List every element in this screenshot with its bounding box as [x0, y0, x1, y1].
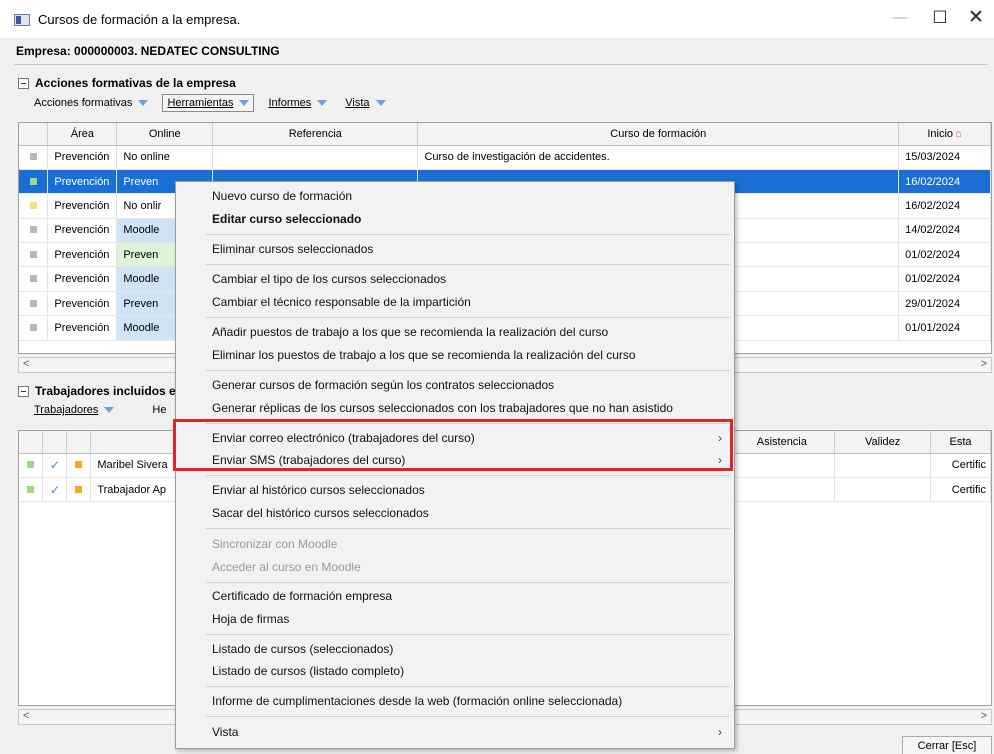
herramientas-workers-menu[interactable]: He — [148, 402, 170, 418]
status-square-icon — [29, 275, 37, 283]
status-square-icon — [27, 461, 35, 469]
menu-item-certificado[interactable]: Certificado de formación empresa — [212, 586, 722, 606]
workers-section-header: Trabajadores incluidos e — [18, 384, 176, 398]
status-square-icon — [75, 461, 83, 469]
status-square-icon — [29, 250, 37, 258]
table-row[interactable]: Prevención No online Curso de investigac… — [19, 145, 991, 170]
courses-section-title: Acciones formativas de la empresa — [35, 76, 236, 90]
status-square-icon — [29, 323, 37, 331]
app-icon — [14, 14, 30, 26]
courses-section-header: Acciones formativas de la empresa — [18, 76, 236, 90]
collapse-toggle-icon[interactable] — [18, 77, 29, 89]
minimize-button[interactable]: — — [880, 6, 920, 30]
herramientas-menu[interactable]: Herramientas — [162, 94, 255, 112]
column-header-referencia[interactable]: Referencia — [212, 123, 419, 146]
scroll-right-icon[interactable]: > — [981, 358, 987, 370]
column-header-online[interactable]: Online — [116, 123, 214, 146]
menu-item-cambiar-tipo[interactable]: Cambiar el tipo de los cursos selecciona… — [212, 269, 722, 289]
menu-item-cambiar-tecnico[interactable]: Cambiar el técnico responsable de la imp… — [212, 292, 722, 312]
column-header-asistencia[interactable]: Asistencia — [728, 431, 836, 454]
close-window-button[interactable]: ✕ — [956, 6, 994, 30]
menu-separator — [206, 716, 730, 717]
checkmark-icon: ✓ — [49, 458, 60, 473]
chevron-down-icon — [138, 100, 149, 106]
menu-separator — [206, 686, 730, 687]
row-indicator-header — [19, 123, 49, 146]
menu-separator — [206, 475, 730, 476]
status-square-icon — [29, 226, 37, 234]
chevron-down-icon — [317, 100, 328, 106]
menu-separator — [206, 317, 730, 318]
scroll-left-icon[interactable]: < — [23, 710, 29, 722]
acciones-formativas-menu[interactable]: Acciones formativas — [30, 95, 152, 111]
menu-item-eliminar-cursos[interactable]: Eliminar cursos seleccionados — [212, 239, 722, 259]
courses-toolbar: Acciones formativas Herramientas Informe… — [30, 94, 400, 112]
menu-separator — [206, 370, 730, 371]
menu-separator — [206, 528, 730, 529]
vista-menu[interactable]: Vista — [341, 95, 389, 111]
home-sort-icon: ⌂ — [955, 127, 962, 140]
maximize-button[interactable]: ☐ — [920, 6, 960, 30]
workers-section-title: Trabajadores incluidos e — [35, 384, 176, 398]
status-square-icon — [29, 201, 37, 209]
title-bar: Cursos de formación a la empresa. — ☐ ✕ — [0, 0, 994, 38]
menu-separator — [206, 634, 730, 635]
checkmark-icon: ✓ — [49, 482, 60, 497]
divider — [14, 64, 988, 65]
informes-menu[interactable]: Informes — [264, 95, 331, 111]
scroll-right-icon[interactable]: > — [981, 710, 987, 722]
menu-item-generar-cursos[interactable]: Generar cursos de formación según los co… — [212, 375, 722, 395]
column-header-area[interactable]: Área — [47, 123, 118, 146]
menu-item-listado-seleccionados[interactable]: Listado de cursos (seleccionados) — [212, 639, 722, 659]
menu-item-hoja-firmas[interactable]: Hoja de firmas — [212, 609, 722, 629]
menu-item-listado-completo[interactable]: Listado de cursos (listado completo) — [212, 661, 722, 681]
menu-item-generar-replicas[interactable]: Generar réplicas de los cursos seleccion… — [212, 398, 722, 418]
close-button[interactable]: Cerrar [Esc] — [902, 736, 992, 754]
status-square-icon — [29, 153, 37, 161]
menu-separator — [206, 234, 730, 235]
column-header-validez[interactable]: Validez — [834, 431, 932, 454]
menu-item-editar-curso[interactable]: Editar curso seleccionado — [212, 209, 722, 229]
chevron-down-icon — [375, 100, 386, 106]
menu-item-sincronizar-moodle: Sincronizar con Moodle — [212, 537, 338, 551]
chevron-down-icon — [104, 407, 115, 413]
menu-item-nuevo-curso[interactable]: Nuevo curso de formación — [212, 186, 722, 206]
menu-item-acceder-moodle: Acceder al curso en Moodle — [212, 560, 361, 574]
status-square-icon — [75, 485, 83, 493]
highlight-annotation — [173, 419, 733, 471]
company-label: Empresa: 000000003. NEDATEC CONSULTING — [16, 44, 280, 58]
collapse-toggle-icon[interactable] — [18, 385, 29, 397]
menu-item-vista[interactable]: Vista › — [212, 722, 722, 742]
menu-separator — [206, 264, 730, 265]
chevron-right-icon: › — [718, 725, 722, 739]
menu-separator — [206, 582, 730, 583]
workers-toolbar: Trabajadores He — [30, 402, 180, 418]
menu-item-anadir-puestos[interactable]: Añadir puestos de trabajo a los que se r… — [212, 322, 722, 342]
menu-item-sacar-historico[interactable]: Sacar del histórico cursos seleccionados — [212, 503, 722, 523]
chevron-down-icon — [239, 100, 250, 106]
status-square-icon — [29, 299, 37, 307]
status-square-icon — [29, 177, 37, 185]
menu-item-informe-cumplimentaciones[interactable]: Informe de cumplimentaciones desde la we… — [212, 691, 722, 711]
menu-item-eliminar-puestos[interactable]: Eliminar los puestos de trabajo a los qu… — [212, 345, 722, 365]
column-header-inicio[interactable]: Inicio ⌂ — [898, 123, 991, 146]
scroll-left-icon[interactable]: < — [23, 358, 29, 370]
window-title: Cursos de formación a la empresa. — [38, 12, 241, 27]
trabajadores-menu[interactable]: Trabajadores — [30, 402, 118, 418]
menu-item-enviar-historico[interactable]: Enviar al histórico cursos seleccionados — [212, 480, 722, 500]
column-header-estado[interactable]: Esta — [930, 431, 991, 454]
column-header-curso[interactable]: Curso de formación — [417, 123, 900, 146]
status-square-icon — [27, 485, 35, 493]
